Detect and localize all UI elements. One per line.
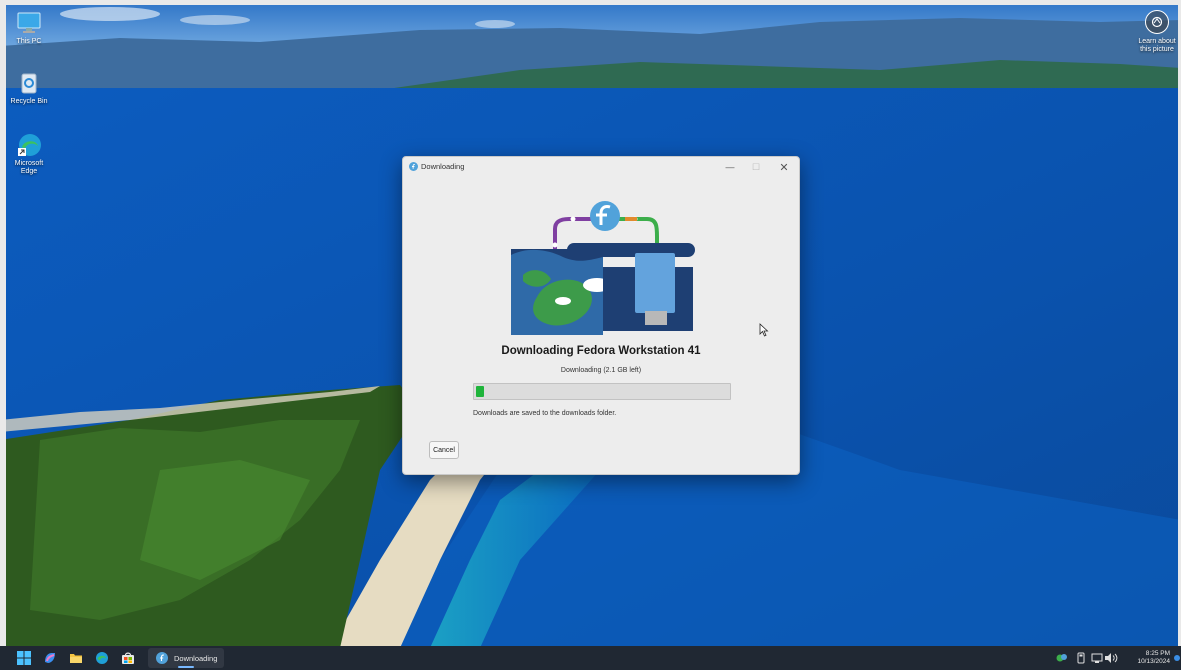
dialog-titlebar[interactable]: Downloading — ☐ ✕ [403,157,799,177]
fedora-media-writer-illustration [511,201,695,335]
desktop-icon-this-pc[interactable]: This PC [6,10,52,46]
maximize-button[interactable]: ☐ [743,157,769,177]
fedora-icon [156,652,168,664]
desktop-icon-label: Microsoft Edge [14,160,44,175]
cancel-button[interactable]: Cancel [429,441,459,459]
download-status: Downloading (2.1 GB left) [560,367,642,374]
close-button[interactable]: ✕ [771,157,797,177]
recycle-bin-icon [16,70,42,96]
dialog-title: Downloading [421,162,465,171]
taskbar-clock[interactable]: 8:25 PM 10/13/2024 [1128,650,1170,666]
taskbar-item-downloading[interactable]: Downloading [148,648,224,668]
learn-about-picture[interactable]: Learn about this picture [1134,10,1180,54]
desktop-icon-microsoft-edge[interactable]: Microsoft Edge [6,132,52,176]
taskbar-item-label: Downloading [174,654,218,663]
taskbar: Downloading 8:25 PM 10/13/2024 [0,646,1181,670]
clock-date: 10/13/2024 [1137,658,1170,665]
minimize-button[interactable]: — [717,157,743,177]
network-icon[interactable] [1091,652,1103,664]
camera-icon [1145,10,1169,34]
copilot-icon[interactable] [43,651,57,665]
active-indicator [178,666,194,668]
desktop-icon-recycle-bin[interactable]: Recycle Bin [6,70,52,106]
edge-icon[interactable] [95,651,109,665]
dialog-heading: Downloading Fedora Workstation 41 [501,345,701,357]
download-dialog: Downloading — ☐ ✕ Downloading Fedora Wor… [402,156,800,475]
desktop-icon-label: This PC [16,38,42,45]
computer-icon [16,10,42,36]
download-progress-fill [476,386,484,397]
download-progress-bar [473,383,731,400]
fedora-icon [409,162,418,171]
file-explorer-icon[interactable] [69,651,83,665]
start-icon[interactable] [17,651,31,665]
mouse-cursor-icon [759,323,769,337]
clock-time: 8:25 PM [1145,650,1170,657]
download-location-note: Downloads are saved to the downloads fol… [473,410,617,417]
usb-drive-icon[interactable] [1075,652,1087,664]
store-icon[interactable] [121,651,135,665]
volume-icon[interactable] [1104,652,1118,664]
edge-icon [16,132,42,158]
learn-about-label: Learn about this picture [1138,38,1176,53]
system-tray-app-icon[interactable] [1056,652,1068,664]
window-frame-top [0,0,1181,5]
notification-icon[interactable] [1174,655,1180,661]
desktop-icon-label: Recycle Bin [10,98,48,105]
